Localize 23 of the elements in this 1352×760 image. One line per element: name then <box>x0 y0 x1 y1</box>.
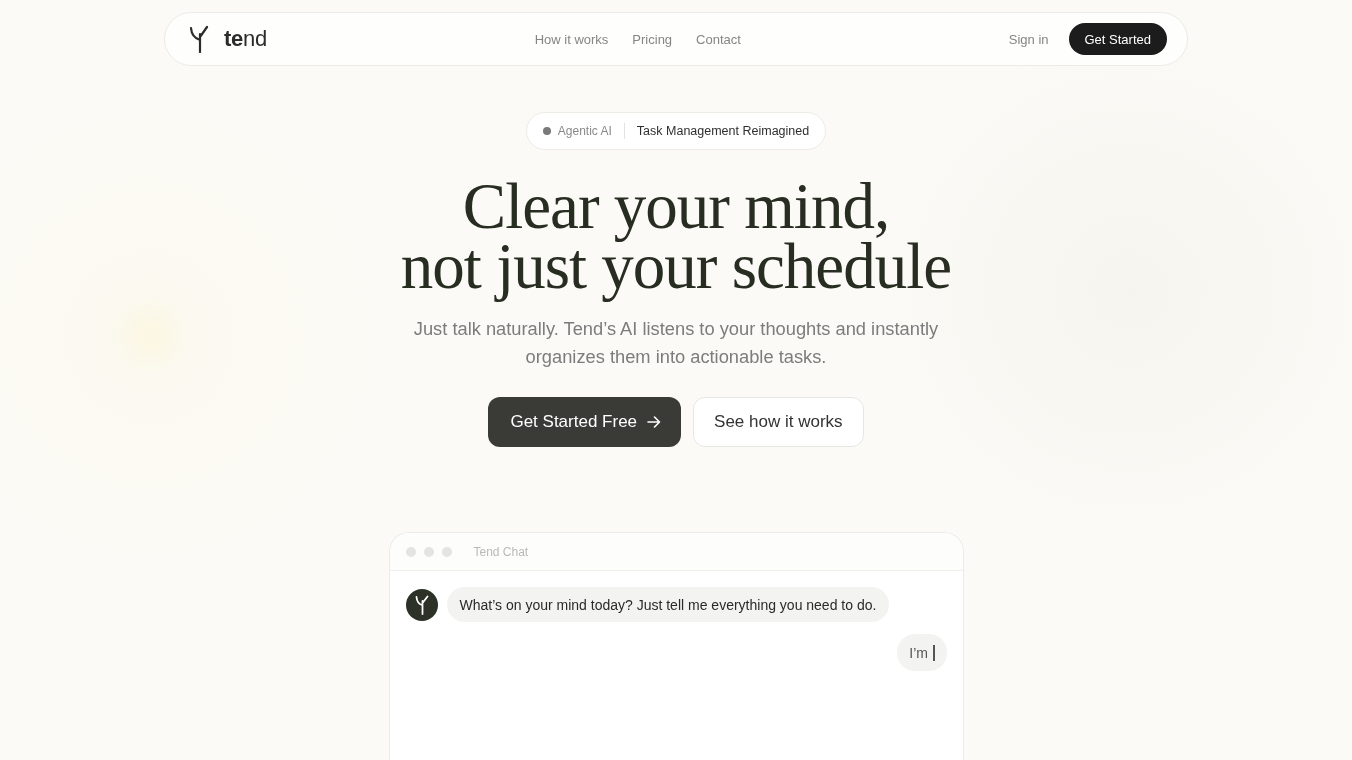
sign-in-link[interactable]: Sign in <box>1008 31 1049 47</box>
hero-subtitle: Just talk naturally. Tend’s AI listens to your thoughts and instantly organizes them into actionable tasks. <box>412 317 940 369</box>
status-dot-icon <box>542 127 551 135</box>
message-bubble: I’m <box>897 634 947 671</box>
window-dot-icon <box>405 546 416 557</box>
badge-text: Task Management Reimagined <box>636 124 810 138</box>
get-started-button[interactable]: Get Started <box>1068 23 1167 55</box>
see-how-it-works-button[interactable]: See how it works <box>693 397 864 447</box>
window-dot-icon <box>441 546 452 557</box>
get-started-free-button[interactable]: Get Started Free <box>488 397 682 447</box>
badge-tag: Agentic AI <box>557 124 612 138</box>
chat-title: Tend Chat <box>473 544 529 559</box>
sprout-logo-icon <box>189 25 209 53</box>
typing-cursor-icon <box>933 644 935 661</box>
nav-link[interactable]: How it works <box>534 31 609 47</box>
sprout-avatar-icon <box>405 588 438 621</box>
tend-wordmark[interactable]: tend <box>224 26 267 52</box>
window-dot-icon <box>423 546 434 557</box>
nav-link[interactable]: Pricing <box>632 31 673 47</box>
message-bubble: What’s on your mind today? Just tell me everything you need to do. <box>446 587 890 622</box>
nav-link[interactable]: Contact <box>696 31 741 47</box>
hero-headline: Clear your mind, not just your schedule <box>400 169 952 304</box>
arrow-right-icon <box>647 416 662 428</box>
